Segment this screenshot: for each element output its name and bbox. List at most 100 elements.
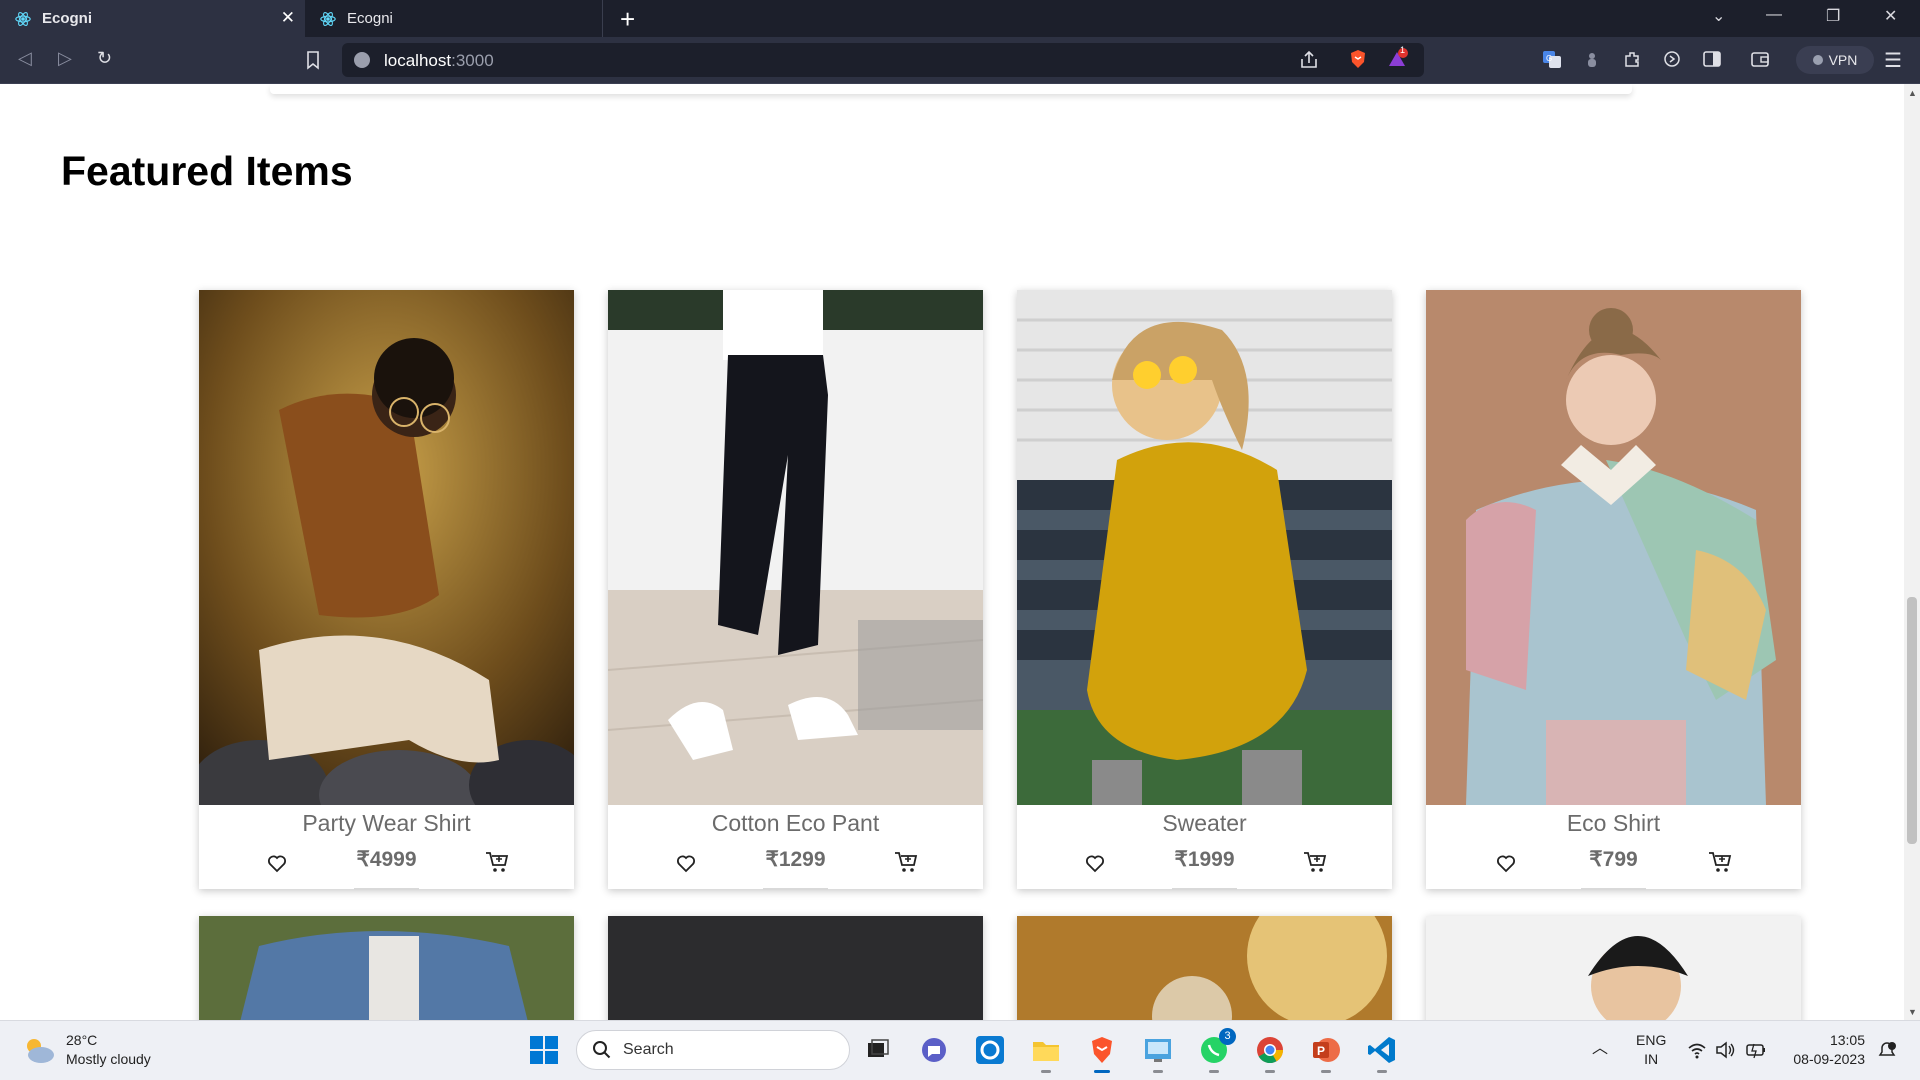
product-image[interactable] [1426, 916, 1801, 1020]
forward-icon[interactable]: ▷ [58, 48, 72, 69]
clock[interactable]: 13:05 08-09-2023 [1785, 1031, 1865, 1069]
product-image[interactable] [199, 290, 574, 805]
product-image[interactable] [1017, 916, 1392, 1020]
show-hidden-icons-icon[interactable]: ︿ [1592, 1039, 1608, 1058]
language-indicator[interactable]: ENG IN [1636, 1031, 1666, 1069]
whatsapp-badge: 3 [1219, 1028, 1236, 1045]
product-card-partial[interactable] [199, 916, 574, 1020]
taskbar-search[interactable]: Search [576, 1030, 850, 1070]
battery-icon[interactable] [1745, 1041, 1767, 1059]
add-to-cart-icon[interactable] [1707, 849, 1733, 875]
new-tab-icon[interactable]: + [620, 4, 635, 35]
clock-time: 13:05 [1829, 1032, 1865, 1048]
running-indicator [1094, 1070, 1110, 1073]
product-card-partial[interactable] [608, 916, 983, 1020]
url-text: localhost:3000 [384, 51, 494, 70]
product-image[interactable] [608, 290, 983, 805]
svg-text:P: P [1317, 1044, 1325, 1058]
add-to-cart-icon[interactable] [893, 849, 919, 875]
product-name: Party Wear Shirt [302, 810, 471, 836]
tab-search-chevron-icon[interactable]: ⌄ [1712, 6, 1725, 26]
scroll-thumb[interactable] [1907, 597, 1917, 844]
search-icon [593, 1041, 611, 1059]
product-price: ₹1299 [765, 848, 826, 871]
wallet-icon[interactable] [1749, 48, 1771, 70]
add-to-cart-icon[interactable] [484, 849, 510, 875]
bookmark-icon[interactable] [302, 49, 324, 71]
running-indicator [1265, 1070, 1275, 1073]
chrome-icon[interactable] [1254, 1034, 1286, 1073]
product-image[interactable] [1426, 290, 1801, 805]
teams-chat-icon[interactable] [918, 1034, 950, 1066]
region-code: IN [1644, 1051, 1659, 1067]
product-card[interactable]: Eco Shirt ₹799 [1426, 290, 1801, 890]
vpn-label: VPN [1828, 52, 1858, 68]
product-card[interactable]: Party Wear Shirt ₹4999 [199, 290, 574, 890]
product-card[interactable]: Cotton Eco Pant ₹1299 [608, 290, 983, 890]
vscode-icon[interactable] [1366, 1034, 1398, 1073]
previous-section-edge [270, 84, 1632, 94]
notifications-icon[interactable] [1876, 1041, 1898, 1061]
running-indicator [1321, 1070, 1331, 1073]
vpn-button[interactable]: VPN [1796, 46, 1874, 74]
product-image[interactable] [1017, 290, 1392, 805]
product-image[interactable] [608, 916, 983, 1020]
product-card[interactable]: Sweater ₹1999 [1017, 290, 1392, 890]
clock-date: 08-09-2023 [1793, 1051, 1865, 1067]
site-info-icon[interactable] [354, 52, 370, 68]
extensions-puzzle-icon[interactable] [1621, 48, 1643, 70]
task-view-icon[interactable] [862, 1034, 894, 1066]
weather-widget[interactable]: 28°C Mostly cloudy [22, 1031, 151, 1069]
address-bar[interactable]: localhost:3000 1 [342, 43, 1424, 77]
translate-icon[interactable]: G [1541, 48, 1563, 70]
powerpoint-icon[interactable]: P [1310, 1034, 1342, 1073]
vpn-status-dot [1812, 55, 1823, 65]
product-name: Cotton Eco Pant [711, 810, 880, 836]
card-underline [1172, 888, 1237, 890]
back-icon[interactable]: ◁ [18, 48, 32, 69]
scroll-down-icon[interactable]: ▼ [1908, 1007, 1917, 1017]
product-card-partial[interactable] [1426, 916, 1801, 1020]
running-indicator [1209, 1070, 1219, 1073]
page-scrollbar[interactable]: ▲ ▼ [1904, 84, 1920, 1020]
wifi-icon[interactable] [1687, 1041, 1707, 1059]
tab-ecogni[interactable]: Ecogni [305, 0, 603, 37]
add-to-cart-icon[interactable] [1302, 849, 1328, 875]
product-price: ₹799 [1589, 848, 1638, 871]
browser-toolbar: ◁ ▷ ↻ localhost:3000 1 G VPN ☰ [0, 37, 1920, 84]
extension-icon[interactable] [1581, 48, 1603, 70]
close-window-icon[interactable]: ✕ [1884, 6, 1897, 26]
windows-taskbar: 28°C Mostly cloudy Search 3 P ︿ ENG IN 1… [0, 1020, 1920, 1080]
product-name: Sweater [1162, 810, 1247, 836]
minimize-icon[interactable]: — [1766, 6, 1782, 24]
brave-shields-icon[interactable] [1347, 48, 1369, 70]
scroll-up-icon[interactable]: ▲ [1908, 88, 1917, 98]
close-tab-icon[interactable]: ✕ [281, 8, 295, 28]
volume-icon[interactable] [1715, 1041, 1735, 1059]
product-card-partial[interactable] [1017, 916, 1392, 1020]
sidebar-icon[interactable] [1701, 48, 1723, 70]
running-indicator [1377, 1070, 1387, 1073]
share-icon[interactable] [1298, 49, 1320, 71]
tab-strip: Ecogni ✕ Ecogni + ⌄ — ❐ ✕ [0, 0, 1920, 37]
cortana-icon[interactable] [974, 1034, 1006, 1066]
brave-taskbar-icon[interactable] [1086, 1034, 1118, 1073]
react-favicon-icon [320, 11, 336, 26]
file-explorer-icon[interactable] [1030, 1034, 1062, 1073]
weather-temp: 28°C [66, 1032, 98, 1048]
whatsapp-icon[interactable]: 3 [1198, 1028, 1236, 1073]
card-underline [1581, 888, 1646, 890]
reload-icon[interactable]: ↻ [97, 48, 112, 69]
running-indicator [1041, 1070, 1051, 1073]
windows-start-icon[interactable] [528, 1034, 560, 1066]
menu-icon[interactable]: ☰ [1884, 48, 1902, 73]
tab-ecogni-active[interactable]: Ecogni ✕ [0, 0, 305, 37]
tab-title: Ecogni [42, 10, 93, 27]
tab-title: Ecogni [347, 10, 393, 27]
language-code: ENG [1636, 1032, 1667, 1048]
product-price: ₹1999 [1174, 848, 1235, 871]
product-image[interactable] [199, 916, 574, 1020]
leo-ai-icon[interactable] [1661, 48, 1683, 70]
restore-icon[interactable]: ❐ [1826, 6, 1840, 26]
control-panel-icon[interactable] [1142, 1034, 1174, 1073]
